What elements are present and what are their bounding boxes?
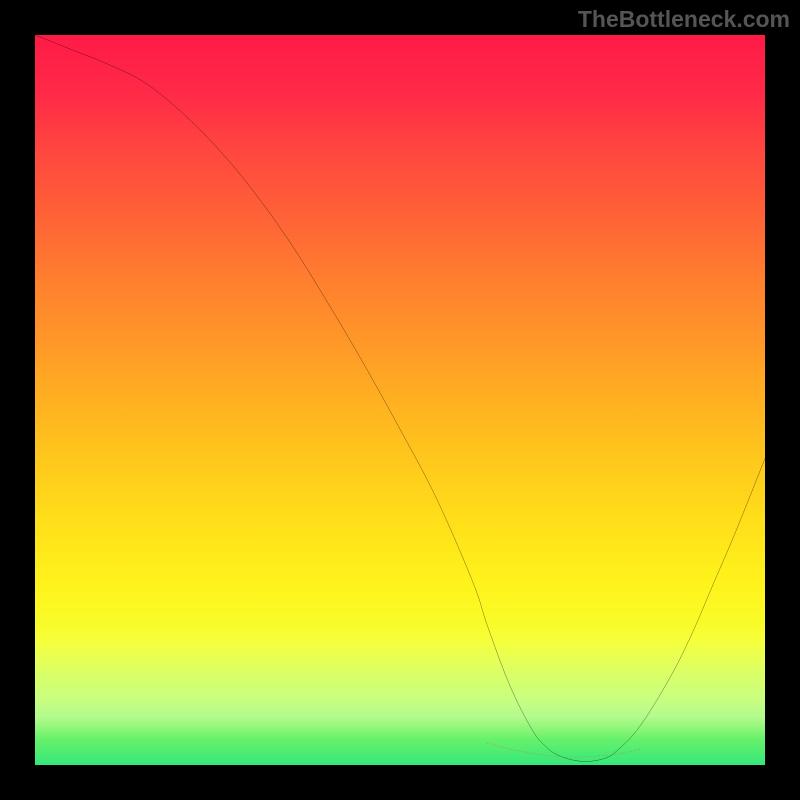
bottleneck-curve xyxy=(35,35,765,761)
chart-container: TheBottleneck.com xyxy=(0,0,800,800)
plot-area xyxy=(35,35,765,765)
chart-svg xyxy=(35,35,765,765)
watermark-text: TheBottleneck.com xyxy=(578,6,790,33)
